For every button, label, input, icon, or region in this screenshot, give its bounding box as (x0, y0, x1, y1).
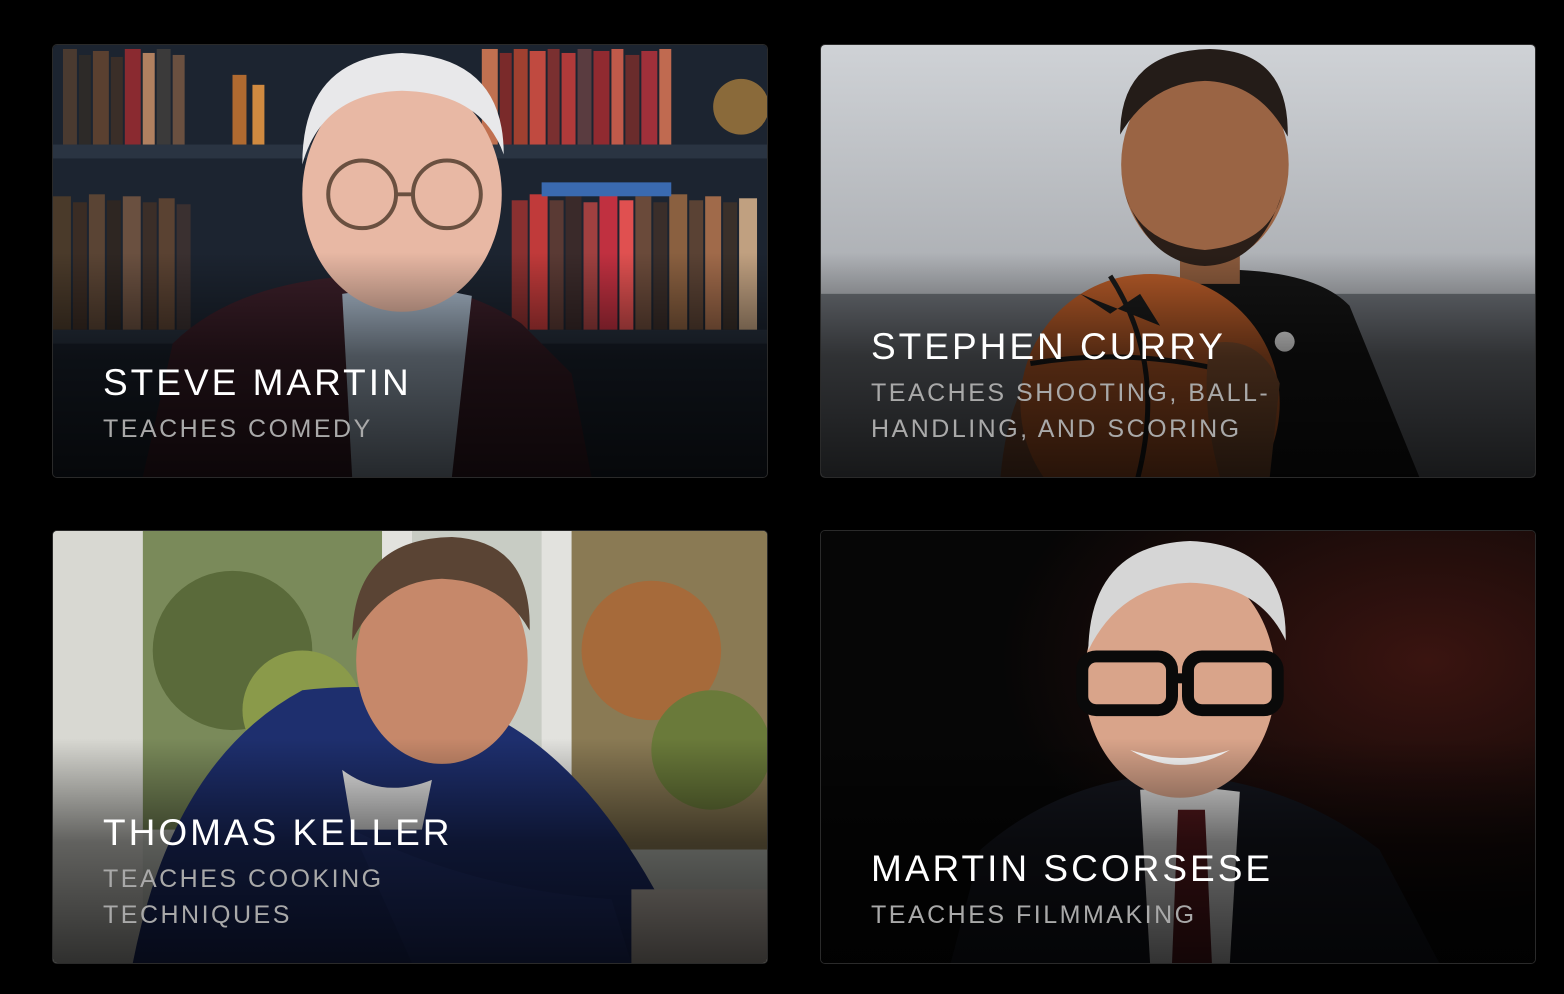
card-caption: STEVE MARTIN TEACHES COMEDY (103, 361, 727, 447)
instructor-subtitle: TEACHES FILMMAKING (871, 901, 1197, 929)
instructor-grid: STEVE MARTIN TEACHES COMEDY STEPHEN CURR… (0, 0, 1564, 994)
instructor-name: THOMAS KELLER (103, 812, 453, 853)
instructor-name: MARTIN SCORSESE (871, 848, 1274, 889)
card-caption: MARTIN SCORSESE TEACHES FILMMAKING (871, 847, 1495, 933)
instructor-card-martin-scorsese[interactable]: MARTIN SCORSESE TEACHES FILMMAKING (820, 530, 1536, 964)
instructor-subtitle: TEACHES COMEDY (103, 415, 373, 443)
instructor-card-steve-martin[interactable]: STEVE MARTIN TEACHES COMEDY (52, 44, 768, 478)
card-caption: THOMAS KELLER TEACHES COOKING TECHNIQUES (103, 811, 727, 933)
card-caption: STEPHEN CURRY TEACHES SHOOTING, BALL-HAN… (871, 325, 1495, 447)
instructor-name: STEVE MARTIN (103, 362, 412, 403)
instructor-card-stephen-curry[interactable]: STEPHEN CURRY TEACHES SHOOTING, BALL-HAN… (820, 44, 1536, 478)
instructor-subtitle: TEACHES COOKING TECHNIQUES (103, 865, 384, 929)
instructor-subtitle: TEACHES SHOOTING, BALL-HANDLING, AND SCO… (871, 379, 1271, 443)
instructor-name: STEPHEN CURRY (871, 326, 1226, 367)
instructor-card-thomas-keller[interactable]: THOMAS KELLER TEACHES COOKING TECHNIQUES (52, 530, 768, 964)
